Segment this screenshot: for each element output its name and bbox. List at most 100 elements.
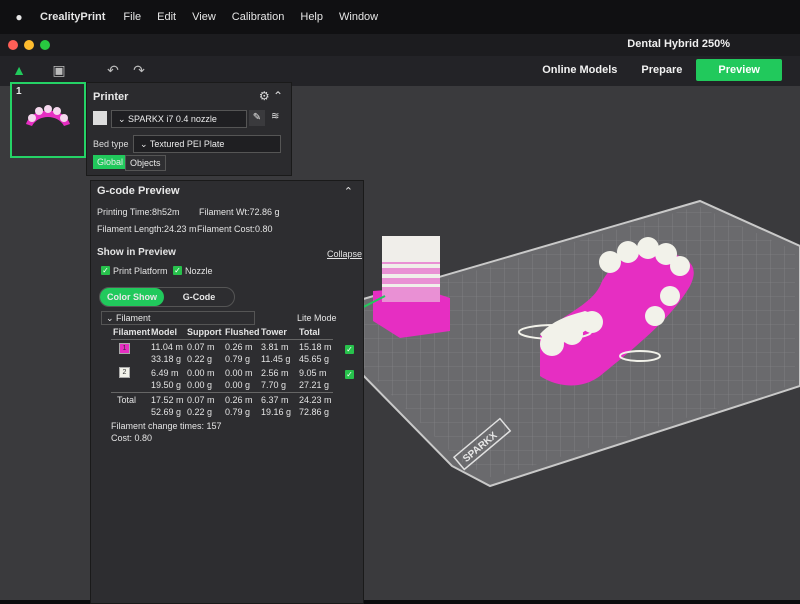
total-label: Total	[117, 395, 137, 405]
redo-icon[interactable]: ↷	[130, 61, 148, 79]
total-cost: Cost: 0.80	[111, 433, 153, 443]
apple-icon[interactable]: ●	[12, 10, 26, 24]
settings-gear-icon[interactable]: ⚙	[259, 89, 270, 103]
total-divider	[111, 392, 333, 393]
show-in-preview-heading: Show in Preview	[97, 247, 176, 258]
table-cell: 0.79 g	[225, 407, 251, 417]
header-tower: Tower	[261, 327, 287, 337]
filament-change-times: Filament change times: 157	[111, 421, 222, 431]
collapse-link[interactable]: Collapse	[327, 249, 362, 259]
table-cell: 17.52 m	[151, 395, 184, 405]
plate-thumbnail[interactable]: 1	[10, 82, 86, 158]
filament-1-swatch: 1	[119, 343, 130, 354]
printer-select[interactable]: ⌄ SPARKX i7 0.4 nozzle	[111, 110, 247, 128]
mac-menu-bar: ● CrealityPrint File Edit View Calibrati…	[0, 0, 800, 34]
menu-calibration[interactable]: Calibration	[232, 11, 285, 23]
printer-panel: Printer ⚙ ⌃ ⌄ SPARKX i7 0.4 nozzle ✎ ≋ B…	[86, 82, 292, 176]
header-flushed: Flushed	[225, 327, 260, 337]
bed-type-select[interactable]: ⌄ Textured PEI Plate	[133, 135, 281, 153]
table-cell: 0.00 g	[187, 380, 213, 390]
tab-prepare[interactable]: Prepare	[631, 60, 692, 80]
table-cell: 0.22 g	[187, 407, 213, 417]
header-support: Support	[187, 327, 222, 337]
table-cell: 19.50 g	[151, 380, 182, 390]
table-cell: 27.21 g	[299, 380, 330, 390]
table-cell: 6.37 m	[261, 395, 289, 405]
save-icon[interactable]: ▣	[50, 61, 68, 79]
table-cell: 72.86 g	[299, 407, 330, 417]
window-title-bar: Dental Hybrid 250%	[0, 34, 800, 56]
edit-printer-pencil-icon[interactable]: ✎	[249, 110, 265, 126]
print-platform-label: Print Platform	[113, 266, 168, 276]
table-cell: 11.45 g	[261, 354, 291, 364]
menu-window[interactable]: Window	[339, 11, 378, 23]
printing-time: Printing Time:8h52m	[97, 207, 180, 217]
wifi-icon[interactable]: ≋	[271, 111, 279, 122]
table-cell: 19.16 g	[261, 407, 292, 417]
table-cell: 0.22 g	[187, 354, 213, 364]
undo-icon[interactable]: ↶	[104, 61, 122, 79]
table-cell: 7.70 g	[261, 380, 287, 390]
table-cell: 52.69 g	[151, 407, 182, 417]
plate-thumbnail-image	[26, 105, 70, 126]
print-platform-checkbox[interactable]: ✓	[101, 266, 110, 275]
filament-length: Filament Length:24.23 m	[97, 224, 197, 234]
menu-help[interactable]: Help	[300, 11, 323, 23]
gcode-option[interactable]: G-Code	[166, 288, 232, 306]
zoom-window-button[interactable]	[40, 40, 50, 50]
creality-logo-icon[interactable]: ▲	[10, 61, 28, 79]
filament-select[interactable]: ⌄ Filament	[101, 311, 255, 325]
collapse-up-icon[interactable]: ⌃	[344, 185, 353, 198]
table-cell: 45.65 g	[299, 354, 330, 364]
header-model: Model	[151, 327, 177, 337]
bed-type-label: Bed type	[93, 139, 129, 149]
lite-mode-label[interactable]: Lite Mode	[297, 313, 337, 323]
header-divider	[111, 339, 333, 340]
color-show-option[interactable]: Color Show	[100, 288, 164, 306]
table-cell: 2.56 m	[261, 368, 289, 378]
filament-2-checkbox[interactable]: ✓	[345, 370, 354, 379]
nozzle-label: Nozzle	[185, 266, 213, 276]
table-cell: 0.26 m	[225, 342, 253, 352]
table-cell: 15.18 m	[299, 342, 332, 352]
minimize-window-button[interactable]	[24, 40, 34, 50]
menu-edit[interactable]: Edit	[157, 11, 176, 23]
filament-weight: Filament Wt:72.86 g	[199, 207, 280, 217]
menu-view[interactable]: View	[192, 11, 216, 23]
gcode-preview-title: G-code Preview	[97, 185, 180, 197]
table-cell: 9.05 m	[299, 368, 327, 378]
collapse-chevron-icon[interactable]: ⌃	[273, 89, 283, 103]
window-title: Dental Hybrid 250%	[627, 38, 730, 50]
objects-button[interactable]: Objects	[125, 155, 166, 171]
header-total: Total	[299, 327, 320, 337]
table-cell: 3.81 m	[261, 342, 289, 352]
nozzle-checkbox[interactable]: ✓	[173, 266, 182, 275]
tab-preview[interactable]: Preview	[696, 59, 782, 81]
table-cell: 6.49 m	[151, 368, 179, 378]
table-cell: 0.79 g	[225, 354, 251, 364]
header-filament: Filament	[113, 327, 151, 337]
table-cell: 24.23 m	[299, 395, 332, 405]
gcode-preview-panel: G-code Preview ⌃ Printing Time:8h52m Fil…	[90, 180, 364, 604]
preview-mode-toggle[interactable]: Color Show G-Code	[99, 287, 235, 307]
table-cell: 0.00 g	[225, 380, 251, 390]
table-cell: 33.18 g	[151, 354, 182, 364]
table-cell: 0.00 m	[225, 368, 253, 378]
tab-online-models[interactable]: Online Models	[532, 60, 627, 80]
close-window-button[interactable]	[8, 40, 18, 50]
menu-file[interactable]: File	[123, 11, 141, 23]
table-cell: 11.04 m	[151, 342, 183, 352]
global-button[interactable]: Global	[93, 155, 128, 169]
printer-image-icon	[93, 111, 107, 125]
prime-tower	[373, 236, 450, 338]
app-menu[interactable]: CrealityPrint	[40, 11, 105, 23]
table-cell: 0.07 m	[187, 395, 215, 405]
plate-number: 1	[16, 86, 22, 97]
filament-1-checkbox[interactable]: ✓	[345, 345, 354, 354]
filament-cost: Filament Cost:0.80	[197, 224, 273, 234]
printer-title: Printer	[93, 91, 129, 103]
table-cell: 0.00 m	[187, 368, 215, 378]
table-cell: 0.26 m	[225, 395, 253, 405]
table-cell: 0.07 m	[187, 342, 215, 352]
filament-2-swatch: 2	[119, 367, 130, 378]
